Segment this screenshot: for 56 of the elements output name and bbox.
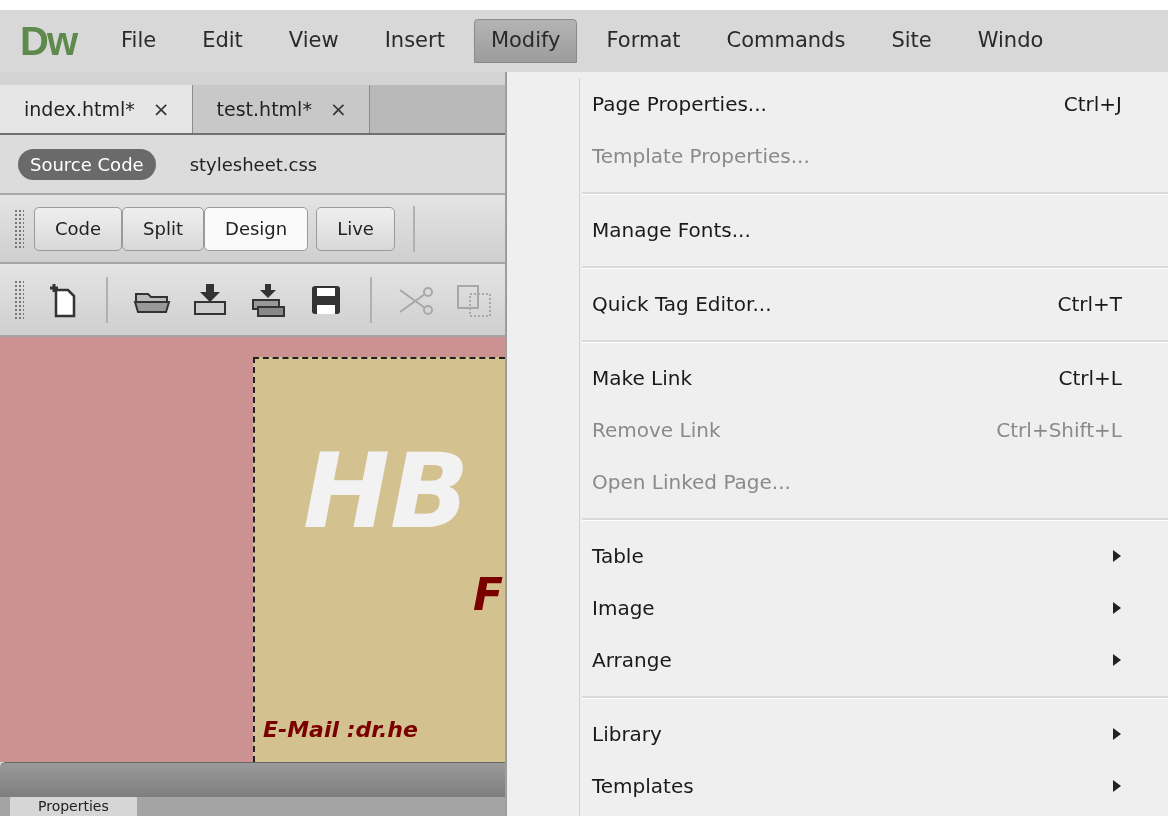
view-button[interactable]: Code (34, 206, 123, 251)
option-label: Template Properties... (592, 144, 811, 168)
menu-option[interactable]: Quick Tag Editor... Ctrl+T (507, 278, 1168, 330)
close-icon[interactable]: × (329, 97, 347, 121)
menu-item[interactable]: Edit (185, 19, 260, 63)
menu-item[interactable]: Site (874, 19, 949, 63)
option-label: Open Linked Page... (592, 470, 792, 494)
option-label: Templates (592, 774, 695, 798)
submenu-arrow-icon (1112, 601, 1122, 615)
menu-item[interactable]: Insert (367, 19, 462, 63)
option-label: Manage Fonts... (592, 218, 752, 242)
panel-tab[interactable]: Properties (10, 797, 137, 816)
document-tab[interactable]: test.html* × (192, 85, 370, 133)
app-logo: Dw (20, 18, 76, 64)
shortcut-label: Ctrl+Shift+L (996, 418, 1122, 442)
option-label: Page Properties... (592, 92, 768, 116)
view-button[interactable]: Design (204, 206, 309, 251)
submenu-arrow-icon (1112, 779, 1122, 793)
submenu-arrow-icon (1112, 549, 1122, 563)
submenu-arrow-icon (1112, 727, 1122, 741)
menu-option[interactable]: Library (507, 708, 1168, 760)
menu-item[interactable]: File (104, 19, 174, 63)
close-icon[interactable]: × (152, 97, 170, 121)
related-file[interactable]: Source Code (18, 148, 156, 180)
menu-option[interactable]: Arrange (507, 634, 1168, 686)
option-label: Quick Tag Editor... (592, 292, 773, 316)
menu-option[interactable]: Image (507, 582, 1168, 634)
menu-option[interactable]: Page Properties... Ctrl+J (507, 78, 1168, 130)
option-label: Arrange (592, 648, 673, 672)
option-label: Make Link (592, 366, 693, 390)
menu-item[interactable]: Commands (709, 19, 863, 63)
tab-label: test.html* (216, 98, 312, 120)
tab-label: index.html* (24, 98, 135, 120)
view-button[interactable]: Live (316, 206, 395, 251)
menu-option[interactable]: Manage Fonts... (507, 204, 1168, 256)
menu-item[interactable]: Modify (473, 19, 578, 63)
menu-option[interactable]: Templates (507, 760, 1168, 812)
option-label: Table (592, 544, 645, 568)
document-tab[interactable]: index.html* × (0, 85, 193, 133)
shortcut-label: Ctrl+T (1057, 292, 1122, 316)
related-file[interactable]: stylesheet.css (177, 148, 330, 180)
menu-item[interactable]: Format (589, 19, 698, 63)
menu-item[interactable]: Windo (960, 19, 1061, 63)
menu-item[interactable]: View (271, 19, 356, 63)
banner-heading: HB (303, 439, 470, 543)
menu-option[interactable]: Table (507, 530, 1168, 582)
banner-email: E-Mail :dr.he (263, 717, 418, 742)
option-label: Remove Link (592, 418, 722, 442)
shortcut-label: Ctrl+L (1058, 366, 1122, 390)
shortcut-label: Ctrl+J (1063, 92, 1122, 116)
submenu-arrow-icon (1112, 653, 1122, 667)
view-button[interactable]: Split (122, 206, 204, 251)
menu-option[interactable]: Make Link Ctrl+L (507, 352, 1168, 404)
option-label: Image (592, 596, 656, 620)
banner-subheading: F (473, 573, 504, 617)
option-label: Library (592, 722, 663, 746)
